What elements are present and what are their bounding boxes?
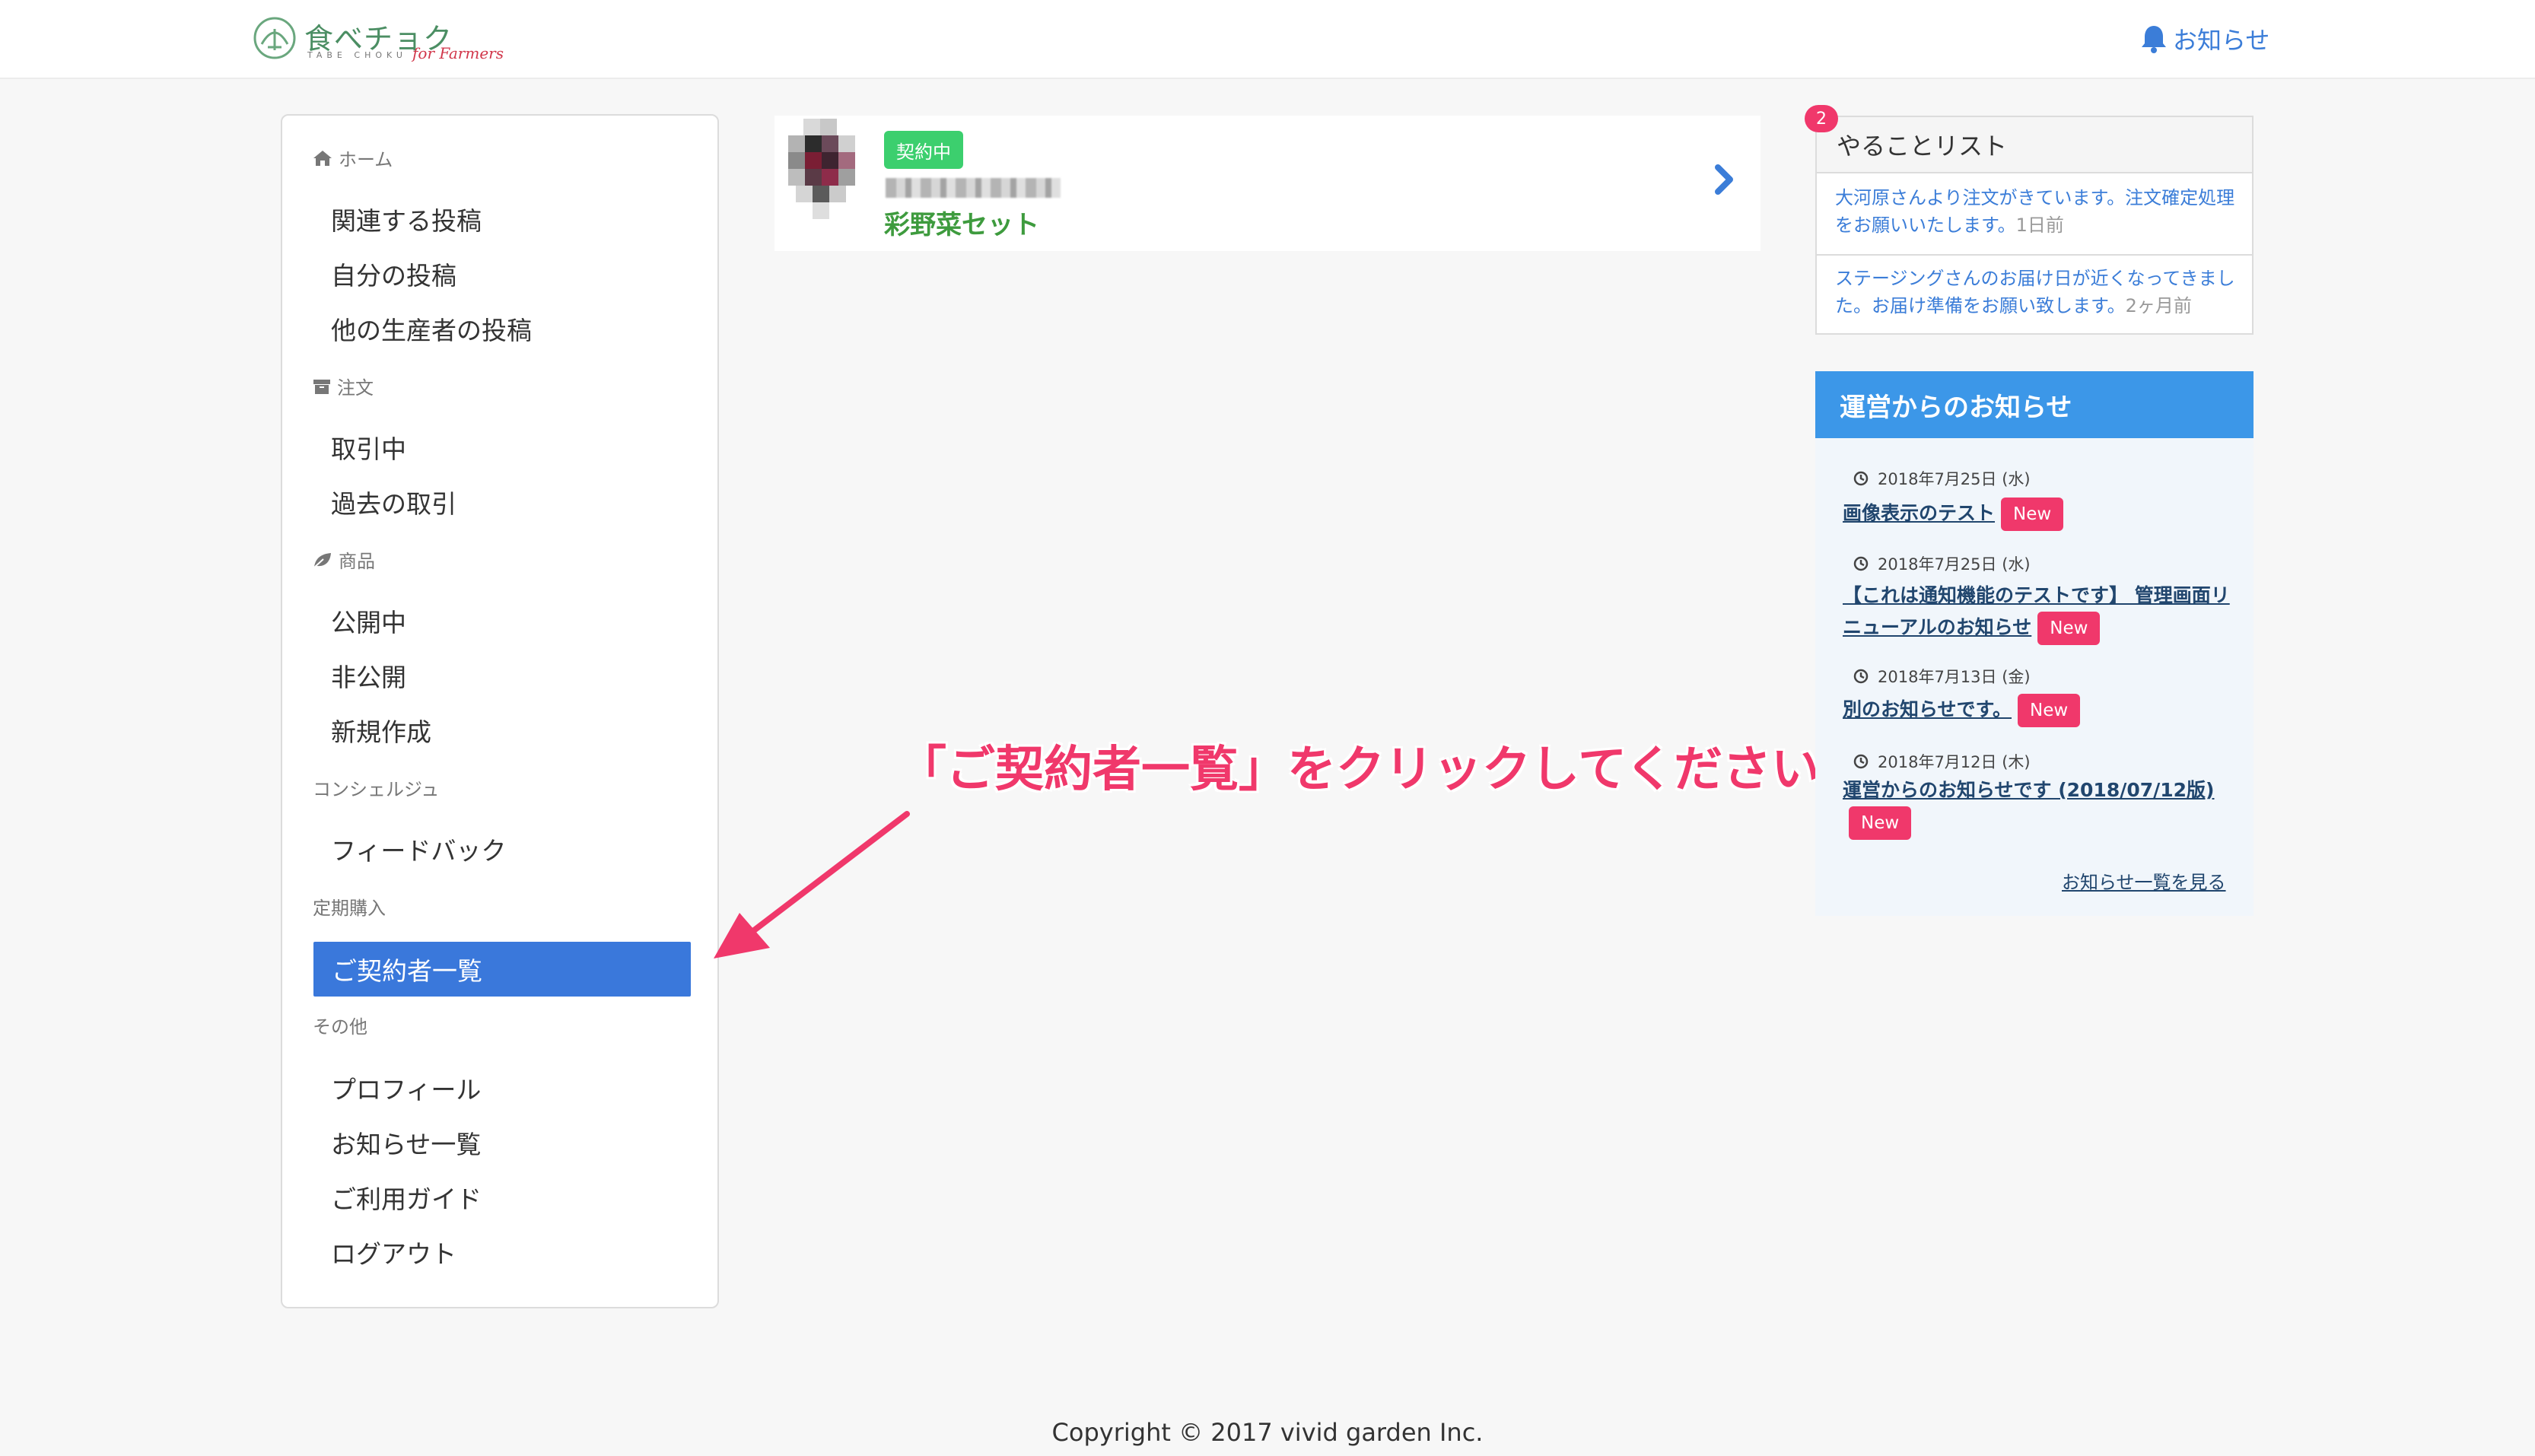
- news-title: 運営からのお知らせ: [1815, 371, 2254, 438]
- footer-copyright: Copyright © 2017 vivid garden Inc.: [1051, 1418, 1484, 1447]
- clock-icon: [1853, 471, 1869, 486]
- section-products-heading: 商品: [313, 546, 375, 573]
- logo-mark-icon: [253, 17, 296, 59]
- new-badge: New: [1849, 806, 1912, 840]
- chevron-right-icon[interactable]: [1712, 163, 1738, 196]
- new-badge: New: [2001, 498, 2064, 531]
- tabechoku-logo[interactable]: 食べチョク TABE CHOKU for Farmers: [251, 11, 504, 68]
- todo-item[interactable]: ステージングさんのお届け日が近くなってきました。お届け準備をお願い致します。2ヶ…: [1835, 265, 2238, 319]
- news-date: 2018年7月13日 (金): [1853, 665, 2031, 688]
- todo-item-time: 2ヶ月前: [2125, 295, 2192, 316]
- top-header: 食べチョク TABE CHOKU for Farmers お知らせ: [0, 0, 2535, 79]
- leaf-icon: [313, 552, 331, 568]
- section-subscription-heading: 定期購入: [313, 898, 386, 919]
- section-orders-heading: 注文: [313, 373, 374, 399]
- sidebar-item-profile[interactable]: プロフィール: [331, 1070, 481, 1106]
- news-panel: 運営からのお知らせ 2018年7月25日 (水) 画像表示のテスト New 201…: [1815, 371, 2254, 916]
- todo-title: やることリスト: [1817, 117, 2252, 173]
- todo-panel: やることリスト 大河原さんより注文がきています。注文確定処理をお願いいたします。…: [1815, 116, 2254, 335]
- sidebar-item-related-posts[interactable]: 関連する投稿: [331, 201, 482, 237]
- notifications-link[interactable]: お知らせ: [2139, 20, 2269, 58]
- clock-icon: [1853, 754, 1869, 769]
- sidebar-item-past-orders[interactable]: 過去の取引: [331, 484, 456, 520]
- news-item-link[interactable]: 別のお知らせです。 New: [1843, 694, 2238, 727]
- sidebar-nav: ホーム 関連する投稿 自分の投稿 他の生産者の投稿 注文 取引中 過去の取引 商…: [281, 114, 719, 1308]
- section-home-heading: ホーム: [313, 145, 393, 171]
- blurred-customer-name: [886, 178, 1061, 198]
- news-item-link[interactable]: 【これは通知機能のテストです】 管理画面リニューアルのお知らせ New: [1843, 580, 2238, 645]
- sidebar-item-usage-guide[interactable]: ご利用ガイド: [331, 1179, 482, 1216]
- news-item-link[interactable]: 運営からのお知らせです (2018/07/12版)New: [1843, 774, 2238, 840]
- sidebar-item-subscribers-list[interactable]: ご契約者一覧: [313, 942, 691, 997]
- avatar: [788, 119, 855, 219]
- notifications-label: お知らせ: [2173, 26, 2270, 55]
- logo-script-text: for Farmers: [412, 44, 504, 62]
- news-item-link[interactable]: 画像表示のテスト New: [1843, 498, 2238, 531]
- sidebar-item-create-new[interactable]: 新規作成: [331, 712, 431, 749]
- see-all-notices-link[interactable]: お知らせ一覧を見る: [2062, 867, 2226, 894]
- clock-icon: [1853, 669, 1869, 684]
- news-date: 2018年7月25日 (水): [1853, 552, 2031, 575]
- sidebar-item-feedback[interactable]: フィードバック: [331, 831, 506, 867]
- bell-icon: [2142, 26, 2166, 53]
- sidebar-item-logout[interactable]: ログアウト: [331, 1234, 456, 1270]
- box-icon: [313, 379, 330, 394]
- logo-subtext: TABE CHOKU: [307, 50, 407, 60]
- product-name: 彩野菜セット: [884, 210, 1039, 240]
- home-icon: [313, 150, 332, 166]
- news-date: 2018年7月12日 (木): [1853, 750, 2031, 773]
- sidebar-item-unpublished[interactable]: 非公開: [331, 657, 406, 694]
- clock-icon: [1853, 556, 1869, 571]
- sidebar-item-notices-list[interactable]: お知らせ一覧: [331, 1124, 481, 1161]
- divider: [1817, 254, 2252, 256]
- sidebar-item-published[interactable]: 公開中: [331, 602, 406, 639]
- new-badge: New: [2018, 694, 2081, 727]
- todo-item[interactable]: 大河原さんより注文がきています。注文確定処理をお願いいたします。1日前: [1835, 184, 2238, 239]
- section-other-heading: その他: [313, 1016, 367, 1038]
- sidebar-item-other-producers-posts[interactable]: 他の生産者の投稿: [331, 310, 532, 347]
- todo-count-badge: 2: [1805, 105, 1838, 132]
- new-badge: New: [2037, 612, 2101, 645]
- news-date: 2018年7月25日 (水): [1853, 467, 2031, 490]
- contract-card[interactable]: 契約中 彩野菜セット: [774, 116, 1761, 251]
- instruction-annotation: 「ご契約者一覧」をクリックしてください。: [898, 742, 1869, 798]
- todo-item-time: 1日前: [2015, 215, 2064, 236]
- status-badge: 契約中: [884, 131, 963, 169]
- section-concierge-heading: コンシェルジュ: [313, 779, 440, 800]
- annotation-arrow-icon: [714, 811, 910, 958]
- sidebar-item-in-progress[interactable]: 取引中: [331, 429, 406, 466]
- sidebar-item-my-posts[interactable]: 自分の投稿: [331, 256, 456, 292]
